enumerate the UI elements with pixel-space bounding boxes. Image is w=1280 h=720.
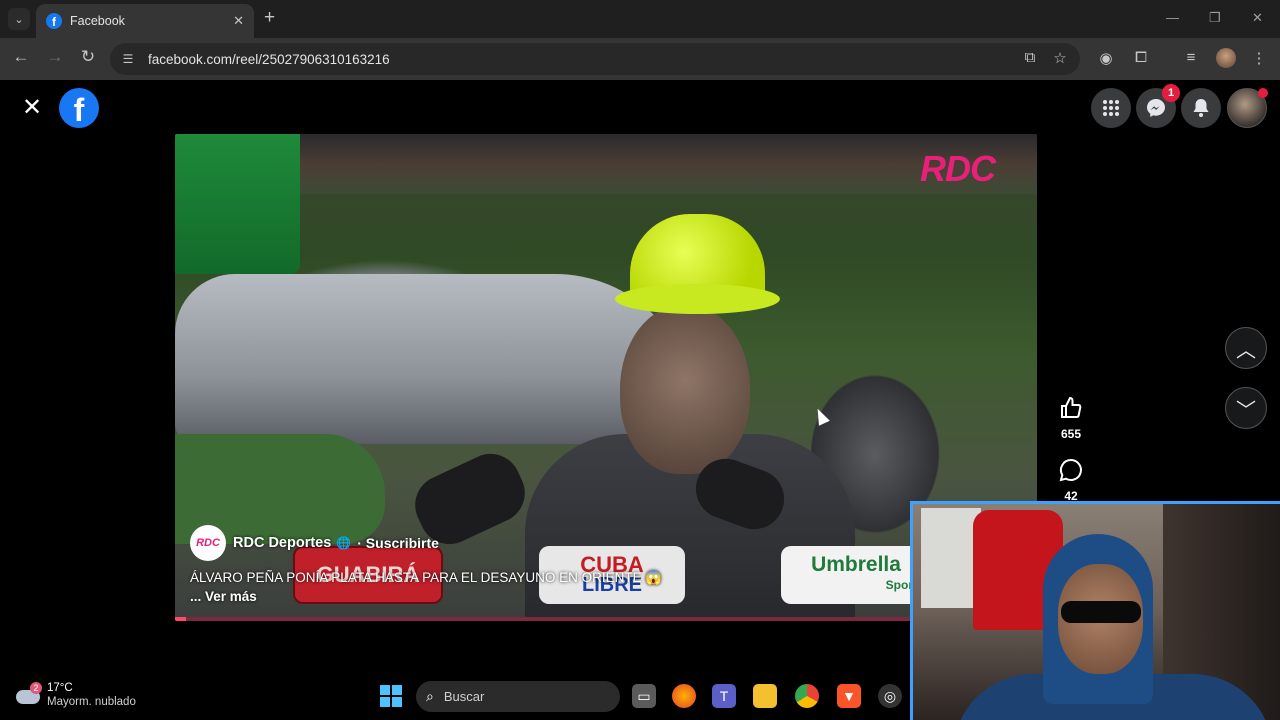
minimize-icon[interactable]: — bbox=[1166, 10, 1179, 25]
chevron-up-icon: ︿ bbox=[1236, 339, 1256, 362]
facebook-logo[interactable]: f bbox=[59, 88, 99, 128]
facebook-header: ✕ f 1 bbox=[0, 80, 1280, 136]
install-icon[interactable]: ⧉ bbox=[1020, 49, 1040, 66]
menu-dots-icon[interactable]: ⋮ bbox=[1249, 49, 1269, 67]
media-icon[interactable]: ≡ bbox=[1181, 49, 1201, 66]
reload-icon[interactable]: ↻ bbox=[76, 47, 100, 67]
forward-icon[interactable]: → bbox=[43, 47, 67, 67]
obs-icon[interactable]: ◎ bbox=[878, 684, 902, 708]
video-progress-fill bbox=[175, 617, 186, 621]
url-text: facebook.com/reel/25027906310163216 bbox=[148, 51, 390, 67]
sunglasses bbox=[1061, 601, 1141, 623]
background-jersey bbox=[175, 134, 300, 274]
chrome-icon[interactable] bbox=[795, 684, 819, 708]
search-icon: ⌕ bbox=[426, 688, 434, 704]
file-explorer-icon[interactable] bbox=[753, 684, 777, 708]
tab-facebook[interactable]: f Facebook ✕ bbox=[36, 4, 254, 38]
reel-caption: ÁLVARO PEÑA PONÍA PLATA HASTA PARA EL DE… bbox=[190, 570, 663, 585]
comment-icon[interactable] bbox=[1055, 458, 1087, 488]
video-progress-bar[interactable] bbox=[175, 617, 1037, 621]
temperature: 17°C bbox=[47, 682, 73, 694]
streamer-webcam bbox=[910, 501, 1280, 720]
like-count: 655 bbox=[1060, 427, 1082, 441]
account-avatar[interactable] bbox=[1227, 88, 1268, 128]
window-close-icon[interactable]: ✕ bbox=[1252, 10, 1263, 26]
firefox-icon[interactable] bbox=[672, 684, 696, 708]
weather-widget[interactable]: 2 17°C Mayorm. nublado bbox=[16, 681, 136, 709]
bell-icon[interactable] bbox=[1181, 88, 1221, 128]
browser-toolbar: ← → ↻ ☰ facebook.com/reel/25027906310163… bbox=[0, 38, 1280, 80]
star-icon[interactable]: ☆ bbox=[1050, 49, 1070, 67]
task-view-icon[interactable]: ▭ bbox=[632, 684, 656, 708]
sponsor-umbrella-sport: Umbrella Sport bbox=[781, 546, 931, 604]
tab-search-chevron-icon[interactable]: ⌄ bbox=[8, 8, 30, 30]
weather-badge: 2 bbox=[30, 682, 42, 694]
windows-icon[interactable] bbox=[380, 685, 402, 707]
channel-avatar[interactable]: RDC bbox=[190, 525, 226, 561]
facebook-favicon: f bbox=[46, 13, 62, 29]
taskbar-search[interactable]: ⌕ Buscar bbox=[416, 681, 620, 712]
address-bar[interactable]: ☰ facebook.com/reel/25027906310163216 bbox=[110, 43, 1080, 75]
puzzle-icon[interactable]: ⧠ bbox=[1131, 49, 1151, 66]
search-placeholder: Buscar bbox=[443, 689, 485, 704]
weather-description: Mayorm. nublado bbox=[47, 696, 136, 708]
chevron-down-icon: ﹀ bbox=[1236, 399, 1256, 422]
globe-icon: 🌐 bbox=[336, 536, 352, 550]
subscribe-link[interactable]: · Suscribirte bbox=[357, 535, 439, 551]
site-info-icon[interactable]: ☰ bbox=[120, 51, 136, 67]
extension-icon[interactable]: ◉ bbox=[1096, 49, 1116, 67]
brave-icon[interactable]: ▼ bbox=[837, 684, 861, 708]
comment-action[interactable]: 42 bbox=[1055, 458, 1087, 503]
messenger-badge: 1 bbox=[1162, 84, 1180, 102]
like-action[interactable]: 655 bbox=[1055, 396, 1087, 441]
windows-taskbar: 2 17°C Mayorm. nublado ⌕ Buscar ▭ T ▼ ◎ bbox=[0, 673, 910, 720]
profile-avatar[interactable] bbox=[1216, 48, 1236, 68]
see-more-link[interactable]: ... Ver más bbox=[190, 589, 257, 604]
tab-close-icon[interactable]: ✕ bbox=[233, 13, 244, 29]
channel-info: RDC RDC Deportes 🌐 · Suscribirte bbox=[190, 525, 439, 561]
interviewee-face bbox=[620, 304, 750, 474]
teams-icon[interactable]: T bbox=[712, 684, 736, 708]
close-reel-icon[interactable]: ✕ bbox=[22, 96, 42, 120]
grid-icon[interactable] bbox=[1091, 88, 1131, 128]
browser-tab-strip: ⌄ f Facebook ✕ + — ❐ ✕ bbox=[0, 0, 1280, 38]
previous-reel-button[interactable]: ︿ bbox=[1225, 327, 1267, 369]
new-tab-button[interactable]: + bbox=[264, 8, 275, 28]
back-icon[interactable]: ← bbox=[9, 47, 33, 67]
like-icon[interactable] bbox=[1055, 396, 1087, 426]
tab-title: Facebook bbox=[70, 14, 125, 28]
next-reel-button[interactable]: ﹀ bbox=[1225, 387, 1267, 429]
messenger-icon[interactable]: 1 bbox=[1136, 84, 1180, 128]
rdc-watermark: RDC bbox=[920, 148, 996, 189]
reel-video[interactable]: RDC GUABIRÁ CUBA LIBRE Umbrella Sport RD… bbox=[175, 134, 1037, 621]
restore-icon[interactable]: ❐ bbox=[1209, 10, 1221, 26]
cloud-icon: 2 bbox=[16, 682, 42, 706]
channel-name[interactable]: RDC Deportes bbox=[233, 535, 331, 551]
